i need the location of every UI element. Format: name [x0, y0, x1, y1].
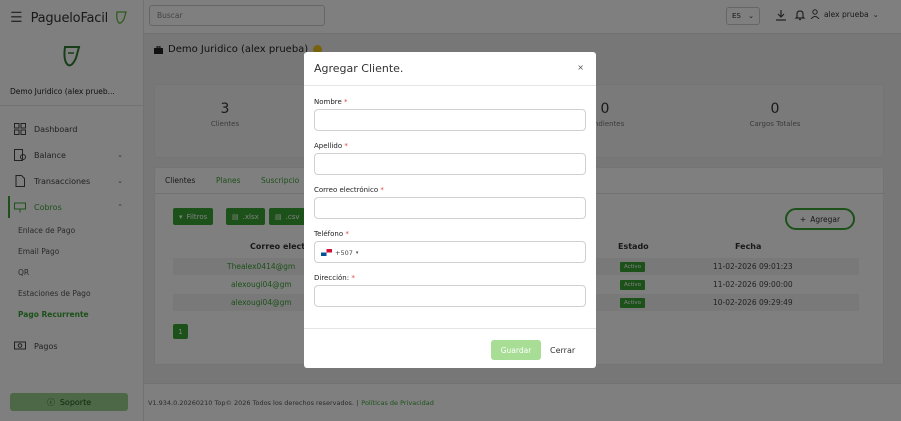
- country-code-select[interactable]: +507 ▾: [321, 246, 358, 259]
- modal-title: Agregar Cliente.: [314, 62, 404, 75]
- direccion-input[interactable]: [314, 285, 586, 307]
- telefono-label: Teléfono *: [314, 230, 586, 238]
- required-mark: *: [380, 186, 384, 194]
- modal-header: Agregar Cliente. ×: [304, 52, 596, 86]
- label-text: Teléfono: [314, 230, 344, 238]
- nombre-input[interactable]: [314, 109, 586, 131]
- label-text: Apellido: [314, 142, 343, 150]
- client-form: Nombre * Apellido * Correo electrónico *…: [304, 86, 596, 307]
- required-mark: *: [351, 274, 355, 282]
- required-mark: *: [345, 230, 349, 238]
- phone-input[interactable]: +507 ▾: [314, 241, 586, 263]
- direccion-label: Dirección: *: [314, 274, 586, 282]
- country-code: +507: [335, 248, 353, 257]
- label-text: Dirección:: [314, 274, 350, 282]
- add-client-modal: Agregar Cliente. × Nombre * Apellido * C…: [304, 52, 596, 368]
- label-text: Correo electrónico: [314, 186, 379, 194]
- apellido-input[interactable]: [314, 153, 586, 175]
- panama-flag-icon: [321, 249, 332, 256]
- required-mark: *: [344, 98, 348, 106]
- modal-footer: Guardar Cerrar: [304, 328, 596, 368]
- save-button[interactable]: Guardar: [491, 340, 541, 360]
- close-icon[interactable]: ×: [577, 63, 584, 72]
- nombre-label: Nombre *: [314, 98, 586, 106]
- required-mark: *: [344, 142, 348, 150]
- caret-down-icon: ▾: [355, 249, 359, 256]
- apellido-label: Apellido *: [314, 142, 586, 150]
- label-text: Nombre: [314, 98, 342, 106]
- correo-label: Correo electrónico *: [314, 186, 586, 194]
- cancel-button[interactable]: Cerrar: [550, 340, 575, 360]
- email-field[interactable]: [314, 197, 586, 219]
